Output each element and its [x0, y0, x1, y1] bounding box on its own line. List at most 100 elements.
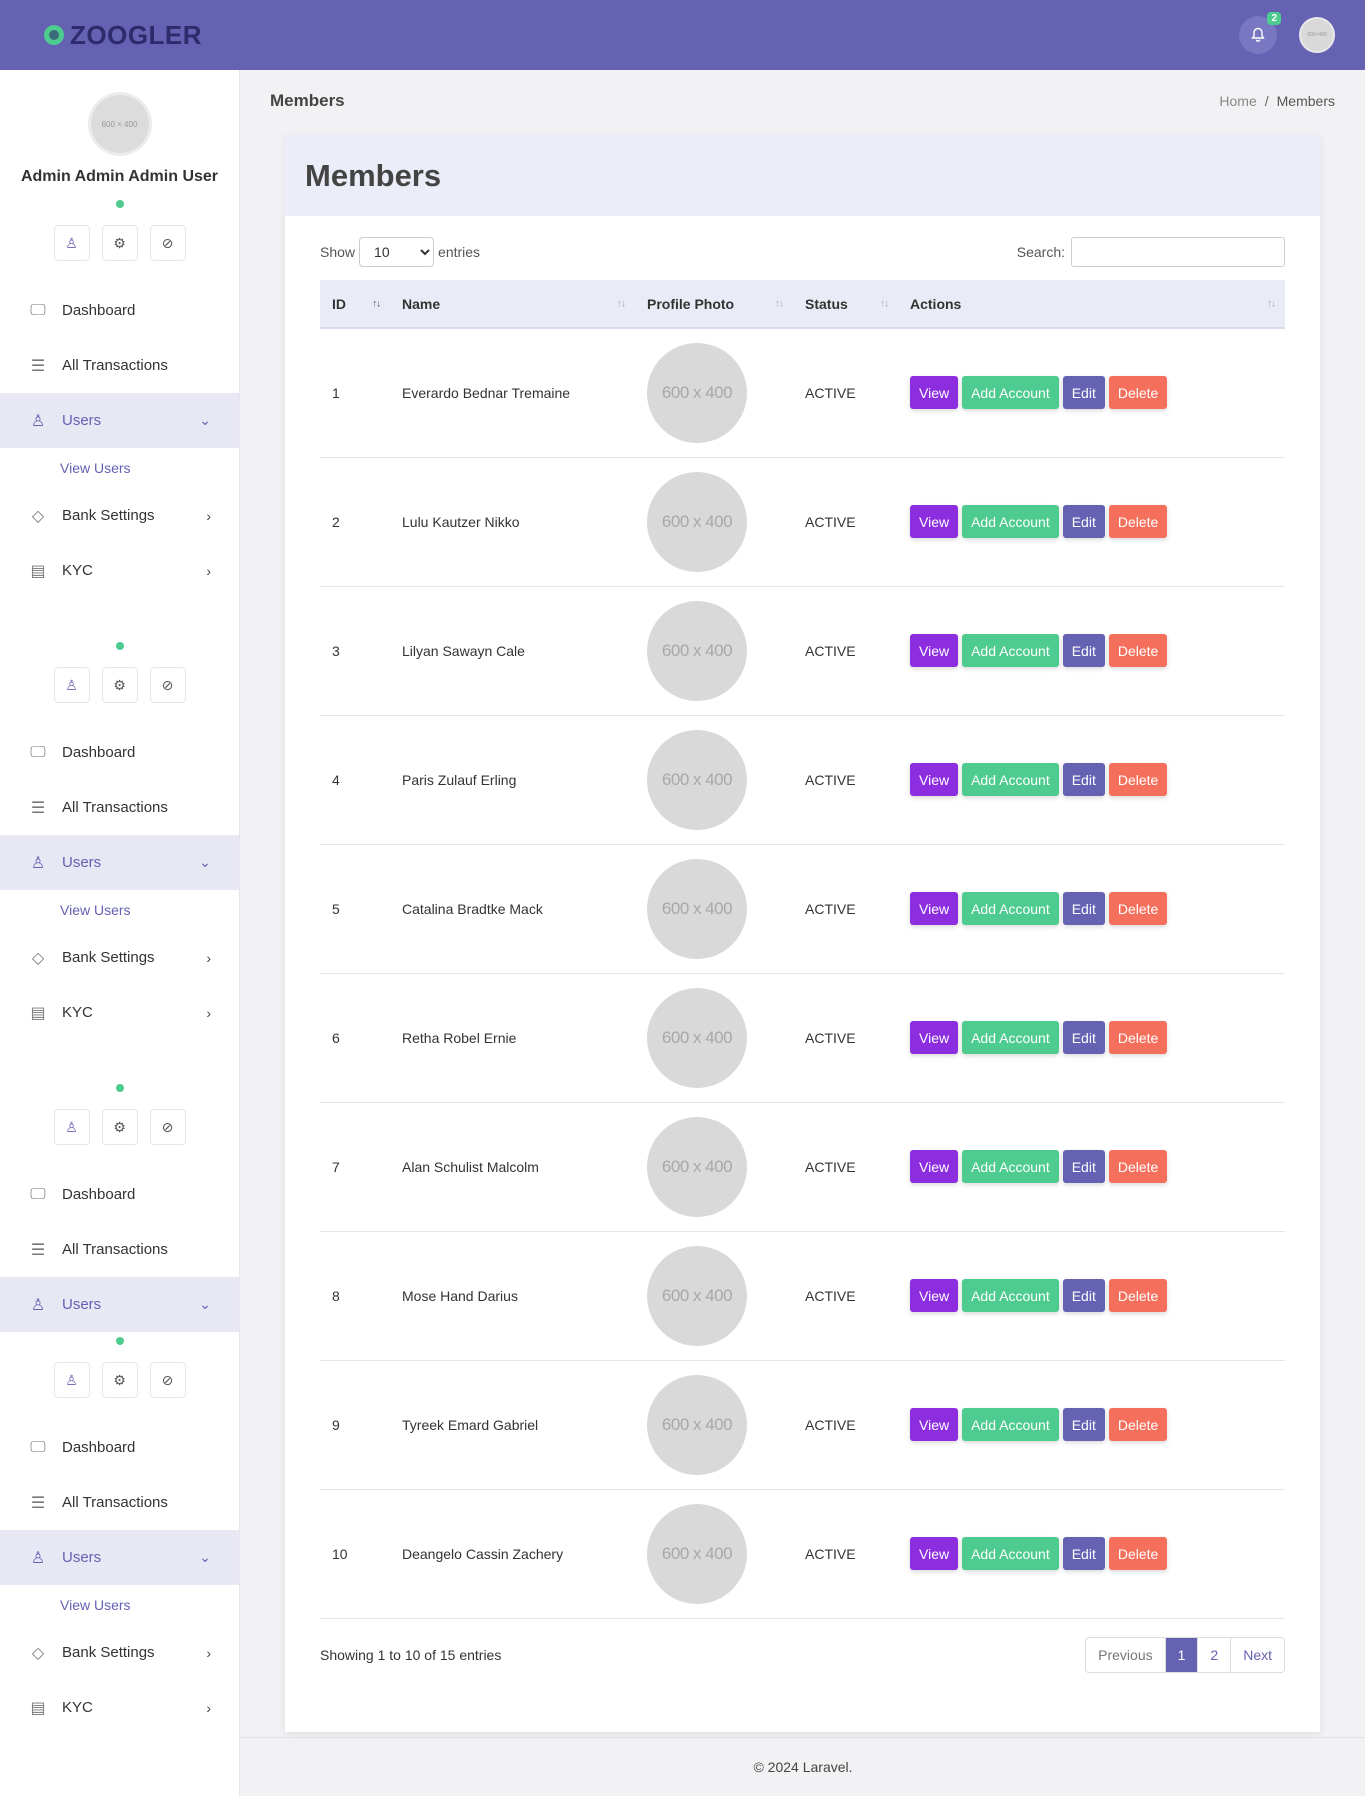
- sidebar-item-transactions[interactable]: ☰ All Transactions: [0, 1475, 239, 1530]
- table-row: 6 Retha Robel Ernie 600 x 400 ACTIVE View Add…: [320, 973, 1285, 1102]
- view-button[interactable]: View: [910, 1408, 959, 1441]
- column-header-status[interactable]: Status ↑↓: [793, 280, 898, 328]
- sidebar-item-dashboard[interactable]: 🖵 Dashboard: [0, 1420, 239, 1475]
- view-button[interactable]: View: [910, 1150, 959, 1183]
- sidebar-item-transactions[interactable]: ☰ All Transactions: [0, 780, 239, 835]
- add-account-button[interactable]: Add Account: [962, 505, 1059, 538]
- sidebar-item-transactions[interactable]: ☰ All Transactions: [0, 338, 239, 393]
- profile-button[interactable]: ♙: [53, 1362, 90, 1398]
- notifications-button[interactable]: 2: [1239, 12, 1281, 54]
- sidebar-item-bank-settings[interactable]: ◇ Bank Settings ›: [0, 488, 239, 543]
- cell-name: Tyreek Emard Gabriel: [402, 1416, 539, 1433]
- sidebar-item-users[interactable]: ♙ Users ⌄: [0, 1277, 239, 1332]
- delete-button[interactable]: Delete: [1108, 763, 1168, 796]
- table-header-row: ID ↑↓ Name ↑↓ Profile Photo ↑↓ Status ↑↓ Act…: [320, 280, 1285, 328]
- sidebar-item-users[interactable]: ♙ Users ⌄: [0, 393, 239, 448]
- search-input[interactable]: [1071, 237, 1285, 267]
- add-account-button[interactable]: Add Account: [962, 376, 1059, 410]
- view-button[interactable]: View: [910, 634, 959, 667]
- edit-button[interactable]: Edit: [1062, 1408, 1105, 1441]
- add-account-button[interactable]: Add Account: [962, 892, 1059, 925]
- sidebar-item-dashboard[interactable]: 🖵 Dashboard: [0, 283, 239, 338]
- edit-button[interactable]: Edit: [1062, 1021, 1105, 1054]
- profile-photo: 600 x 400: [647, 342, 747, 443]
- pagination-next[interactable]: Next: [1230, 1637, 1284, 1672]
- view-button[interactable]: View: [910, 892, 959, 925]
- delete-button[interactable]: Delete: [1108, 1150, 1168, 1183]
- add-account-button[interactable]: Add Account: [962, 1408, 1059, 1441]
- view-button[interactable]: View: [910, 1537, 959, 1570]
- delete-button[interactable]: Delete: [1108, 1279, 1168, 1312]
- view-button[interactable]: View: [910, 1021, 959, 1054]
- table-row: 8 Mose Hand Darius 600 x 400 ACTIVE View Add …: [320, 1231, 1285, 1360]
- page-length-select[interactable]: 10: [359, 237, 435, 267]
- cell-status: ACTIVE: [805, 642, 856, 659]
- sidebar-item-bank-settings[interactable]: ◇ Bank Settings ›: [0, 930, 239, 985]
- column-header-actions[interactable]: Actions ↑↓: [898, 280, 1285, 328]
- sidebar-item-view-users[interactable]: View Users: [0, 1585, 239, 1625]
- edit-button[interactable]: Edit: [1062, 1150, 1105, 1183]
- column-header-name[interactable]: Name ↑↓: [390, 280, 635, 328]
- sidebar-item-bank-settings[interactable]: ◇ Bank Settings ›: [0, 1625, 239, 1680]
- breadcrumb-home-link[interactable]: Home: [1219, 93, 1256, 109]
- delete-button[interactable]: Delete: [1108, 505, 1168, 538]
- sidebar-item-kyc[interactable]: ▤ KYC ›: [0, 543, 239, 598]
- logout-button[interactable]: ⊘: [149, 667, 186, 703]
- logout-button[interactable]: ⊘: [149, 1109, 186, 1145]
- pagination-page-2[interactable]: 2: [1197, 1637, 1231, 1672]
- logout-button[interactable]: ⊘: [149, 1362, 186, 1398]
- show-label: Show: [320, 244, 356, 260]
- delete-button[interactable]: Delete: [1108, 1021, 1168, 1054]
- add-account-button[interactable]: Add Account: [962, 1150, 1059, 1183]
- delete-button[interactable]: Delete: [1108, 1408, 1168, 1441]
- add-account-button[interactable]: Add Account: [962, 634, 1059, 667]
- settings-button[interactable]: ⚙: [101, 667, 138, 703]
- delete-button[interactable]: Delete: [1108, 1537, 1168, 1570]
- user-avatar[interactable]: 600×400: [1299, 17, 1335, 53]
- card-title: Members: [305, 157, 442, 193]
- view-button[interactable]: View: [910, 505, 959, 538]
- brand-logo[interactable]: ZOOGLER: [44, 20, 202, 51]
- settings-button[interactable]: ⚙: [101, 225, 138, 261]
- sidebar-item-view-users[interactable]: View Users: [0, 890, 239, 930]
- pagination-page-1[interactable]: 1: [1164, 1637, 1198, 1672]
- view-button[interactable]: View: [910, 376, 959, 410]
- edit-button[interactable]: Edit: [1062, 376, 1105, 410]
- sidebar-item-kyc[interactable]: ▤ KYC ›: [0, 985, 239, 1040]
- edit-button[interactable]: Edit: [1062, 1537, 1105, 1570]
- sidebar-item-dashboard[interactable]: 🖵 Dashboard: [0, 725, 239, 780]
- pagination-previous[interactable]: Previous: [1086, 1637, 1165, 1672]
- sidebar-item-kyc[interactable]: ▤ KYC ›: [0, 1680, 239, 1735]
- add-account-button[interactable]: Add Account: [962, 1021, 1059, 1054]
- sidebar-item-dashboard[interactable]: 🖵 Dashboard: [0, 1167, 239, 1222]
- profile-button[interactable]: ♙: [53, 225, 90, 261]
- delete-button[interactable]: Delete: [1108, 376, 1168, 410]
- edit-button[interactable]: Edit: [1062, 1279, 1105, 1312]
- view-button[interactable]: View: [910, 1279, 959, 1312]
- delete-button[interactable]: Delete: [1108, 634, 1168, 667]
- sidebar-item-view-users[interactable]: View Users: [0, 448, 239, 488]
- document-icon: ▤: [30, 1004, 46, 1022]
- logout-button[interactable]: ⊘: [149, 225, 186, 261]
- profile-button[interactable]: ♙: [53, 667, 90, 703]
- profile-button[interactable]: ♙: [53, 1109, 90, 1145]
- column-header-photo[interactable]: Profile Photo ↑↓: [635, 280, 793, 328]
- sidebar-item-users[interactable]: ♙ Users ⌄: [0, 835, 239, 890]
- sidebar-menu: 🖵 Dashboard ☰ All Transactions ♙ Users ⌄ Vie…: [0, 1420, 239, 1735]
- sidebar-item-transactions[interactable]: ☰ All Transactions: [0, 1222, 239, 1277]
- sidebar-item-users[interactable]: ♙ Users ⌄: [0, 1530, 239, 1585]
- column-header-id[interactable]: ID ↑↓: [320, 280, 390, 328]
- delete-button[interactable]: Delete: [1108, 892, 1168, 925]
- settings-button[interactable]: ⚙: [101, 1109, 138, 1145]
- add-account-button[interactable]: Add Account: [962, 763, 1059, 796]
- edit-button[interactable]: Edit: [1062, 892, 1105, 925]
- user-icon: ♙: [65, 676, 78, 693]
- edit-button[interactable]: Edit: [1062, 763, 1105, 796]
- view-button[interactable]: View: [910, 763, 959, 796]
- edit-button[interactable]: Edit: [1062, 505, 1105, 538]
- edit-button[interactable]: Edit: [1062, 634, 1105, 667]
- cell-name: Deangelo Cassin Zachery: [402, 1545, 564, 1562]
- settings-button[interactable]: ⚙: [101, 1362, 138, 1398]
- add-account-button[interactable]: Add Account: [962, 1537, 1059, 1570]
- add-account-button[interactable]: Add Account: [962, 1279, 1059, 1312]
